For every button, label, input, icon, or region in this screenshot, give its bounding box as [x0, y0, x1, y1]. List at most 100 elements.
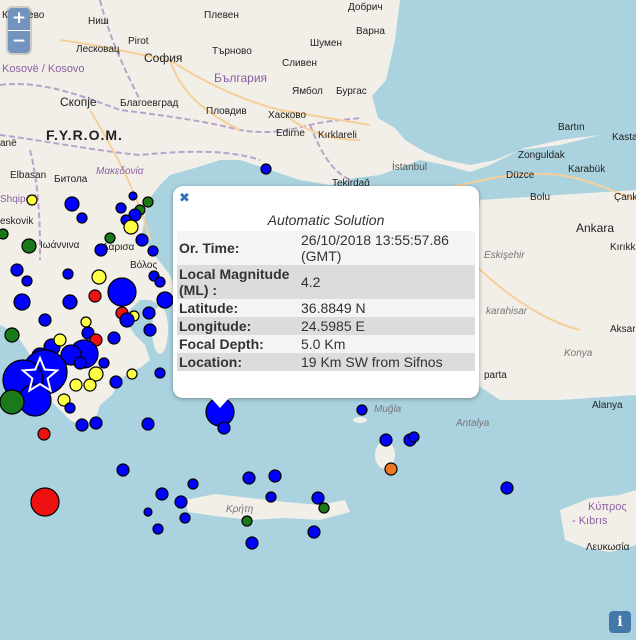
row-key: Location:: [177, 353, 299, 371]
earthquake-marker[interactable]: [73, 356, 87, 370]
earthquake-marker[interactable]: [10, 263, 24, 277]
earthquake-marker[interactable]: [379, 433, 393, 447]
close-icon[interactable]: ✖: [179, 191, 190, 206]
earthquake-marker[interactable]: [107, 277, 137, 307]
earthquake-marker[interactable]: [245, 536, 259, 550]
earthquake-marker[interactable]: [94, 243, 108, 257]
earthquake-marker[interactable]: [98, 357, 110, 369]
earthquake-marker[interactable]: [141, 417, 155, 431]
label-bitola: Битола: [54, 174, 88, 185]
earthquake-marker[interactable]: [4, 327, 20, 343]
label-skopje: Скопје: [60, 95, 97, 109]
row-key: Local Magnitude (ML) :: [177, 265, 299, 299]
earthquake-marker[interactable]: [154, 276, 166, 288]
earthquake-marker[interactable]: [62, 268, 74, 280]
label-nis: Ниш: [88, 16, 109, 27]
earthquake-marker[interactable]: [119, 312, 135, 328]
earthquake-marker[interactable]: [307, 525, 321, 539]
earthquake-marker[interactable]: [217, 421, 231, 435]
label-sliven: Сливен: [282, 58, 317, 69]
earthquake-marker[interactable]: [0, 228, 9, 240]
earthquake-marker[interactable]: [62, 294, 78, 310]
label-lefkosia: Λευκωσία: [586, 541, 630, 553]
earthquake-marker[interactable]: [126, 368, 138, 380]
earthquake-marker[interactable]: [154, 367, 166, 379]
earthquake-marker[interactable]: [37, 427, 51, 441]
earthquake-marker[interactable]: [241, 515, 253, 527]
earthquake-marker[interactable]: [13, 293, 31, 311]
label-sofia: София: [144, 51, 182, 65]
earthquake-marker[interactable]: [155, 487, 169, 501]
earthquake-marker[interactable]: [318, 502, 330, 514]
earthquake-marker[interactable]: [384, 462, 398, 476]
label-fyrom: F.Y.R.O.M.: [46, 127, 123, 143]
label-dobrich: Добрич: [348, 1, 383, 13]
earthquake-marker[interactable]: [76, 212, 88, 224]
earthquake-marker[interactable]: [500, 481, 514, 495]
zoom-in-button[interactable]: +: [8, 8, 30, 30]
row-value: 36.8849 N: [299, 299, 475, 317]
label-bulgaria: България: [214, 71, 267, 85]
earthquake-marker[interactable]: [268, 469, 282, 483]
earthquake-marker[interactable]: [152, 523, 164, 535]
label-ioannina: Ιωάννινα: [40, 239, 80, 251]
earthquake-marker[interactable]: [80, 316, 92, 328]
earthquake-marker[interactable]: [64, 196, 80, 212]
label-cankiri: Çank: [614, 192, 636, 203]
earthquake-marker[interactable]: [115, 202, 127, 214]
label-kriti: Κρήτη: [226, 503, 254, 515]
earthquake-marker[interactable]: [0, 389, 25, 415]
earthquake-marker[interactable]: [147, 245, 159, 257]
label-bartin: Bartın: [558, 122, 585, 133]
earthquake-marker[interactable]: [69, 378, 83, 392]
earthquake-marker[interactable]: [89, 416, 103, 430]
table-row: Latitude: 36.8849 N: [177, 299, 475, 317]
earthquake-marker[interactable]: [408, 431, 420, 443]
event-details-table: Or. Time: 26/10/2018 13:55:57.86 (GMT) Lo…: [177, 231, 475, 371]
earthquake-marker[interactable]: [311, 491, 325, 505]
row-key: Focal Depth:: [177, 335, 299, 353]
label-zonguldak: Zonguldak: [518, 150, 566, 161]
earthquake-marker[interactable]: [38, 313, 52, 327]
zoom-out-button[interactable]: −: [8, 30, 30, 53]
earthquake-marker[interactable]: [156, 291, 174, 309]
earthquake-marker[interactable]: [135, 233, 149, 247]
earthquake-marker[interactable]: [107, 331, 121, 345]
earthquake-marker[interactable]: [242, 471, 256, 485]
earthquake-marker[interactable]: [53, 333, 67, 347]
earthquake-marker[interactable]: [123, 219, 139, 235]
earthquake-marker[interactable]: [116, 463, 130, 477]
earthquake-marker[interactable]: [30, 487, 60, 517]
label-antalya: Antalya: [455, 418, 490, 429]
table-row: Local Magnitude (ML) :4.2: [177, 265, 475, 299]
earthquake-marker[interactable]: [26, 194, 38, 206]
label-ane: anë: [0, 138, 17, 149]
earthquake-marker[interactable]: [109, 375, 123, 389]
earthquake-marker[interactable]: [104, 232, 116, 244]
earthquake-marker[interactable]: [142, 196, 154, 208]
earthquake-marker[interactable]: [88, 289, 102, 303]
earthquake-marker[interactable]: [187, 478, 199, 490]
earthquake-marker[interactable]: [143, 507, 153, 517]
earthquake-marker[interactable]: [75, 418, 89, 432]
row-value: 4.2: [299, 265, 475, 299]
earthquake-marker[interactable]: [356, 404, 368, 416]
earthquake-marker[interactable]: [21, 275, 33, 287]
earthquake-marker[interactable]: [260, 163, 272, 175]
earthquake-marker[interactable]: [83, 378, 97, 392]
earthquake-marker[interactable]: [265, 491, 277, 503]
earthquake-marker[interactable]: [179, 512, 191, 524]
label-sparta: parta: [484, 370, 507, 381]
label-volos: Βόλος: [130, 259, 157, 271]
table-row: Location: 19 Km SW from Sifnos: [177, 353, 475, 371]
earthquake-marker[interactable]: [142, 306, 156, 320]
earthquake-marker[interactable]: [174, 495, 188, 509]
earthquake-marker[interactable]: [143, 323, 157, 337]
earthquake-marker[interactable]: [64, 402, 76, 414]
info-button[interactable]: i: [609, 611, 631, 633]
earthquake-marker[interactable]: [91, 269, 107, 285]
earthquake-marker[interactable]: [21, 238, 37, 254]
earthquake-marker[interactable]: [128, 191, 138, 201]
row-value: 26/10/2018 13:55:57.86 (GMT): [299, 231, 475, 265]
label-eskisehir: Eskişehir: [484, 250, 525, 261]
